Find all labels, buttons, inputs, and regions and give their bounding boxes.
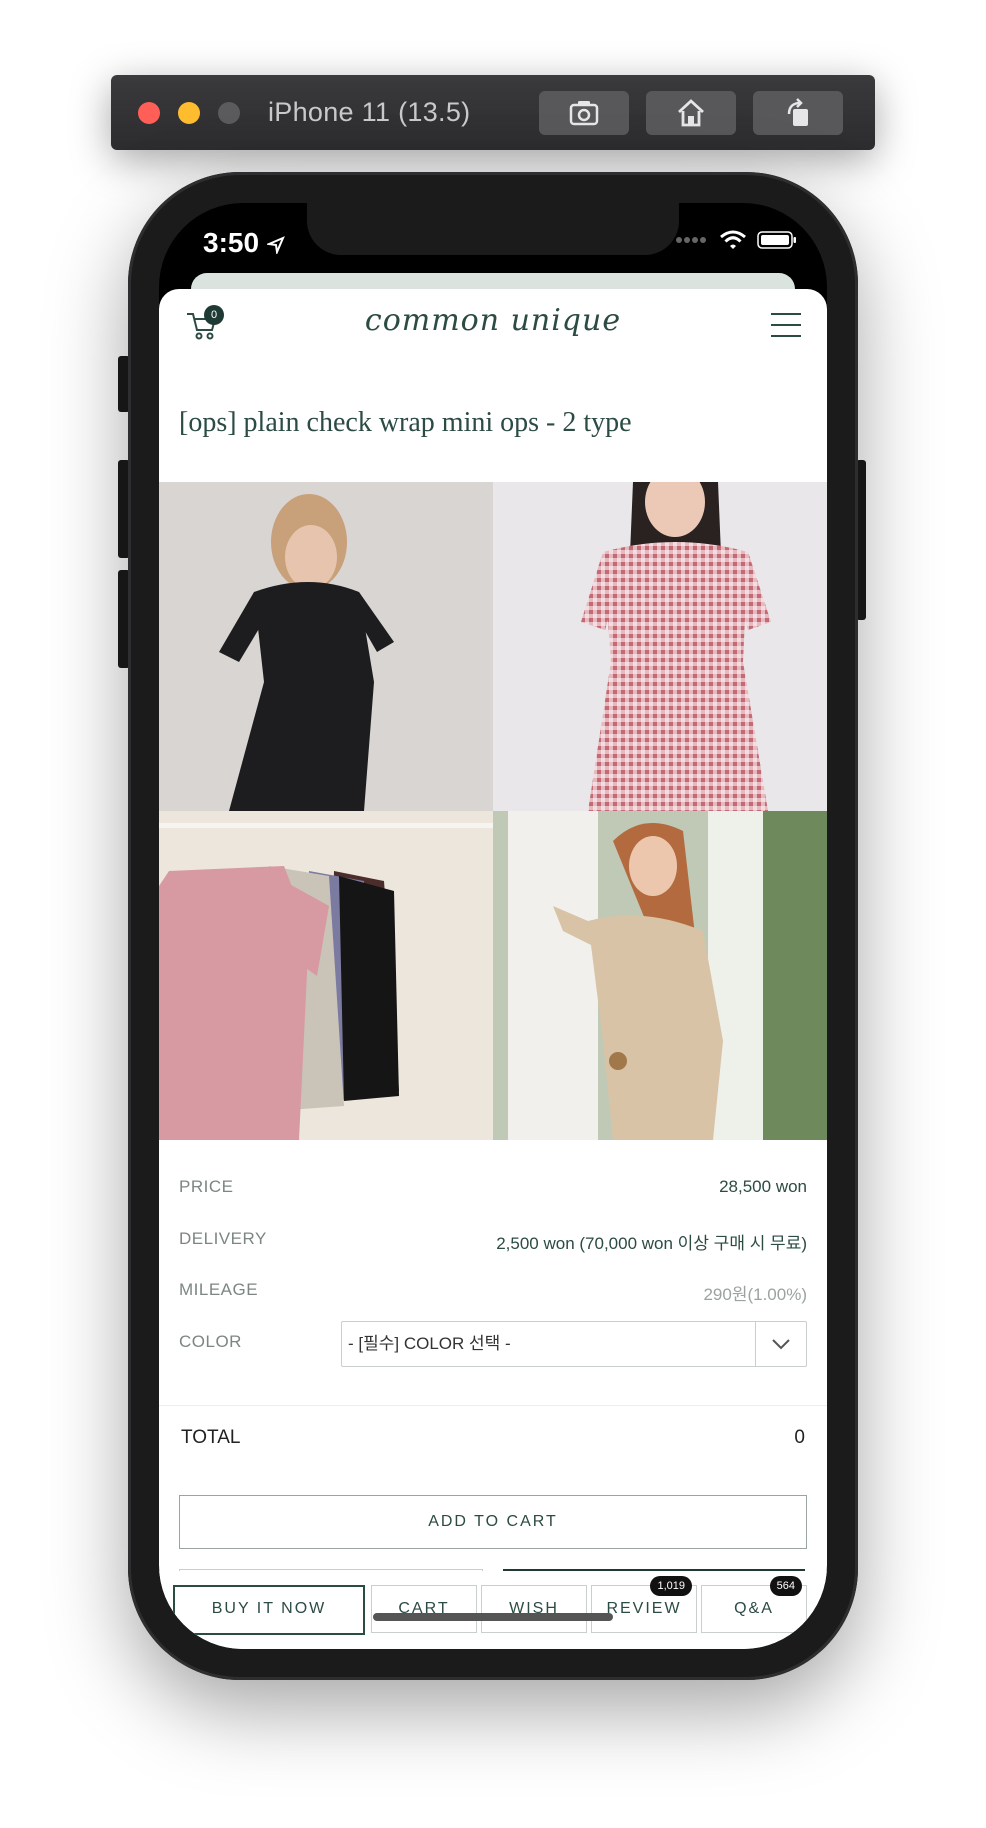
site-header: 0 common unique [159, 289, 827, 365]
delivery-row: DELIVERY 2,500 won (70,000 won 이상 구매 시 무… [179, 1229, 807, 1254]
status-icons [675, 229, 797, 251]
zoom-window-button[interactable] [218, 102, 240, 124]
bottom-action-bar: BUY IT NOW CART WISH REVIEW 1,019 Q&A 56… [159, 1571, 827, 1649]
mileage-label: MILEAGE [179, 1280, 259, 1299]
buy-it-now-button[interactable]: BUY IT NOW [173, 1585, 365, 1635]
color-select[interactable]: - [필수] COLOR 선택 - [341, 1321, 807, 1367]
screenshot-button[interactable] [539, 91, 629, 135]
qa-button[interactable]: Q&A 564 [701, 1576, 807, 1633]
notch [307, 203, 679, 255]
home-button[interactable] [646, 91, 736, 135]
qa-count-badge: 564 [769, 1576, 802, 1596]
review-button[interactable]: REVIEW 1,019 [591, 1576, 697, 1633]
battery-icon [757, 231, 796, 249]
product-photo-color-rack[interactable] [159, 811, 493, 1140]
color-label: COLOR [179, 1332, 242, 1351]
cart-button[interactable]: CART [371, 1585, 477, 1633]
site-logo[interactable]: common unique [159, 303, 827, 338]
phone-screen: 3:50 0 common unique [ops] plain check w… [159, 203, 827, 1649]
mileage-value: 290원(1.00%) [703, 1285, 807, 1304]
delivery-value: 2,500 won (70,000 won 이상 구매 시 무료) [496, 1234, 807, 1253]
section-divider [159, 1405, 827, 1406]
product-photo-pink-check-dress[interactable] [493, 482, 827, 811]
minimize-window-button[interactable] [178, 102, 200, 124]
review-count-badge: 1,019 [650, 1576, 692, 1596]
screenshot-icon [569, 101, 599, 126]
simulator-title: iPhone 11 (13.5) [268, 97, 471, 127]
product-page: 0 common unique [ops] plain check wrap m… [159, 289, 827, 1649]
close-window-button[interactable] [138, 102, 160, 124]
signal-icon [676, 237, 706, 243]
total-label: TOTAL [181, 1427, 241, 1448]
chevron-down-icon [772, 1339, 790, 1350]
location-arrow-icon [265, 235, 285, 256]
rotate-button[interactable] [753, 91, 843, 135]
product-photo-black-dress[interactable] [159, 482, 493, 811]
wish-button[interactable]: WISH [481, 1585, 587, 1633]
total-value: 0 [794, 1427, 805, 1448]
home-indicator[interactable] [373, 1613, 613, 1621]
color-select-value: - [필수] COLOR 선택 - [348, 1334, 511, 1353]
price-row: PRICE 28,500 won [179, 1177, 807, 1197]
menu-icon[interactable] [771, 313, 801, 346]
rotate-icon [787, 98, 808, 126]
simulator-toolbar: iPhone 11 (13.5) [111, 75, 875, 150]
delivery-label: DELIVERY [179, 1229, 267, 1248]
product-title: [ops] plain check wrap mini ops - 2 type [179, 407, 632, 438]
mileage-row: MILEAGE 290원(1.00%) [179, 1280, 807, 1305]
price-label: PRICE [179, 1177, 234, 1196]
add-to-cart-button[interactable]: ADD TO CART [179, 1495, 807, 1549]
color-select-toggle[interactable] [755, 1322, 806, 1366]
product-photo-beige-dress[interactable] [493, 811, 827, 1140]
home-icon [678, 99, 704, 127]
wifi-icon [720, 230, 746, 249]
price-value: 28,500 won [719, 1177, 807, 1196]
status-time: 3:50 [203, 227, 285, 259]
product-gallery [159, 482, 827, 1140]
